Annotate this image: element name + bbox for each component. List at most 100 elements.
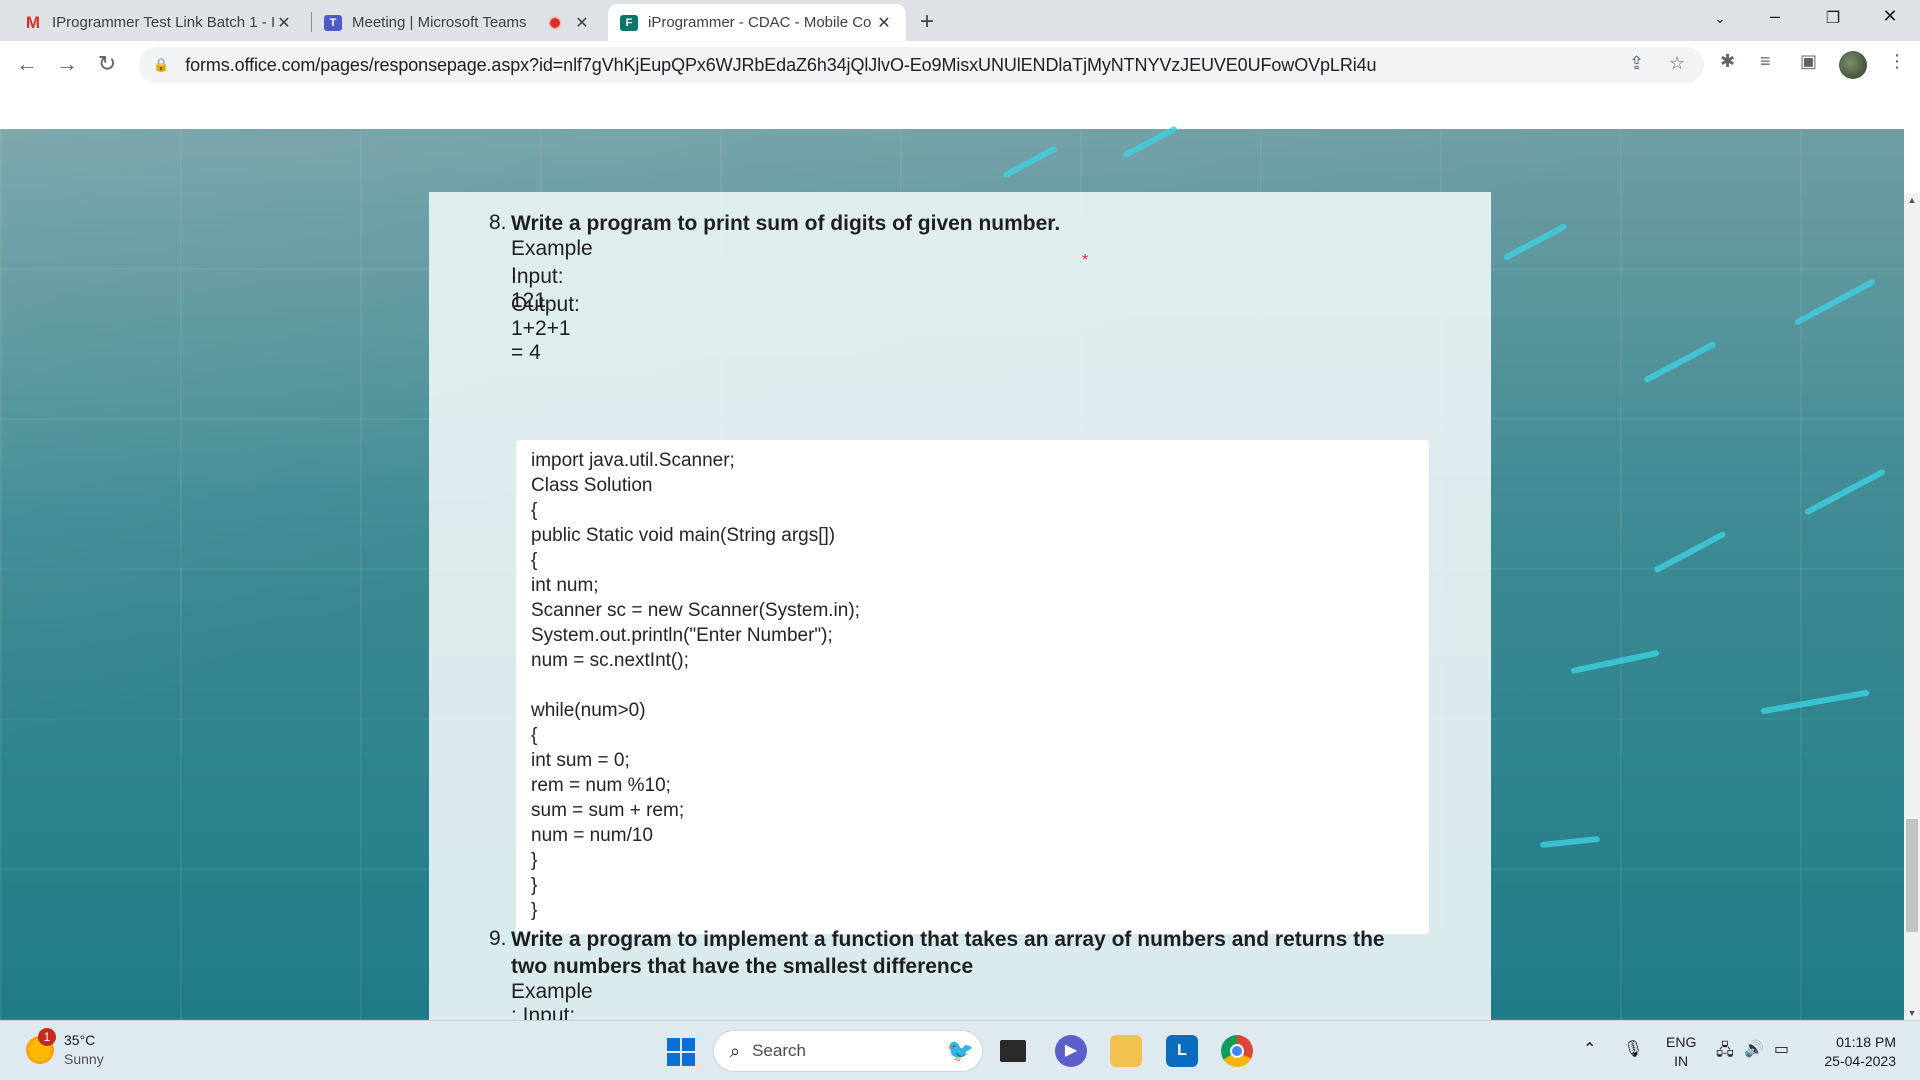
tab-title: iProgrammer - CDAC - Mobile Co [648, 14, 872, 31]
answer-line: Class Solution [531, 475, 653, 496]
close-icon[interactable]: ✕ [274, 13, 294, 33]
background-streak [1002, 145, 1058, 179]
restore-button[interactable]: ❐ [1813, 8, 1853, 28]
microphone-icon[interactable]: 🎙 [1623, 1039, 1643, 1059]
question-example: Example : Input: {1, 5, 3, 19, 18, 25} [511, 980, 593, 1020]
back-button[interactable]: ← [12, 51, 42, 77]
task-view-icon[interactable] [1000, 1040, 1026, 1062]
form-card: 8. Write a program to print sum of digit… [429, 192, 1491, 1020]
language-code: ENG [1666, 1034, 1697, 1050]
teams-icon: T [324, 14, 342, 31]
background-streak [1760, 689, 1870, 715]
language-indicator[interactable]: ENG IN [1666, 1033, 1696, 1071]
tab-strip: M IProgrammer Test Link Batch 1 - I ✕ T … [0, 0, 1920, 41]
forms-icon: F [620, 14, 638, 31]
notification-badge: 1 [38, 1028, 56, 1046]
bookmark-star-icon[interactable]: ☆ [1669, 53, 1685, 74]
extensions-puzzle-icon[interactable]: ✱ [1720, 51, 1735, 72]
background-streak [1793, 278, 1877, 326]
background-streak [1539, 835, 1601, 849]
background-streak [1122, 125, 1178, 159]
tab-search-chevron-icon[interactable]: ⌄ [1700, 10, 1740, 27]
search-label: Search [752, 1041, 806, 1060]
background-streak [1653, 530, 1727, 574]
question-title: Write a program to print sum of digits o… [511, 212, 1061, 235]
close-window-button[interactable]: ✕ [1870, 6, 1910, 27]
url-text: forms.office.com/pages/responsepage.aspx… [185, 54, 1377, 75]
taskbar: 1 35°C Sunny ⌕ Search 🐦 ▶ L ⌃ 🎙 ENG IN 🖧… [0, 1020, 1920, 1080]
taskbar-search-box[interactable]: ⌕ Search 🐦 [713, 1030, 983, 1072]
answer-line: rem = num %10; [531, 775, 671, 796]
question-title: Write a program to implement a function … [511, 928, 1385, 978]
chrome-icon[interactable] [1221, 1035, 1253, 1067]
page-scrollbar[interactable]: ▲ ▼ [1904, 193, 1920, 1020]
show-hidden-icons-chevron-icon[interactable]: ⌃ [1583, 1039, 1596, 1059]
answer-line: Scanner sc = new Scanner(System.in); [531, 600, 860, 621]
media-control-icon[interactable]: ≡ [1760, 51, 1771, 72]
answer-line [531, 673, 1414, 698]
side-panel-icon[interactable]: ▣ [1800, 51, 1817, 72]
sun-icon: 1 [26, 1028, 56, 1064]
question-number: 8. [489, 211, 507, 234]
new-tab-button[interactable]: + [920, 8, 934, 36]
volume-icon[interactable]: 🔊 [1744, 1039, 1764, 1059]
answer-line: { [531, 725, 538, 746]
forward-button[interactable]: → [52, 51, 82, 77]
answer-line: } [531, 875, 538, 896]
share-icon[interactable]: ⇪ [1629, 53, 1644, 74]
clock-time: 01:18 PM [1836, 1034, 1896, 1050]
answer-line: { [531, 550, 538, 571]
teams-chat-icon[interactable]: ▶ [1055, 1035, 1087, 1067]
close-icon[interactable]: ✕ [572, 13, 592, 33]
tab-title: IProgrammer Test Link Batch 1 - I [52, 14, 274, 31]
answer-line: public Static void main(String args[]) [531, 525, 836, 546]
answer-line: } [531, 850, 538, 871]
tab-gmail[interactable]: M IProgrammer Test Link Batch 1 - I ✕ [12, 4, 306, 41]
l-app-icon[interactable]: L [1166, 1035, 1198, 1067]
background-streak [1803, 468, 1887, 516]
windows-start-icon[interactable] [667, 1038, 695, 1066]
gmail-icon: M [25, 12, 41, 32]
tab-teams[interactable]: T Meeting | Microsoft Teams ✕ [312, 4, 604, 41]
scroll-down-arrow-icon[interactable]: ▼ [1904, 1008, 1920, 1018]
question-number: 9. [489, 927, 507, 950]
weather-text: 35°C Sunny [64, 1031, 104, 1069]
background-streak [1570, 649, 1660, 675]
search-highlight-birds-icon: 🐦 [946, 1038, 974, 1063]
clock-date: 25-04-2023 [1824, 1053, 1896, 1069]
scrollbar-thumb[interactable] [1906, 819, 1918, 932]
close-icon[interactable]: ✕ [874, 13, 894, 33]
answer-line: int num; [531, 575, 599, 596]
answer-line: sum = sum + rem; [531, 800, 685, 821]
weather-temperature: 35°C [64, 1032, 96, 1048]
recording-icon [548, 15, 562, 30]
page-content: 8. Write a program to print sum of digit… [0, 89, 1920, 1020]
background-streak [1502, 222, 1568, 262]
browser-toolbar: ← → ↻ 🔒 forms.office.com/pages/responsep… [0, 41, 1920, 89]
tab-title: Meeting | Microsoft Teams [352, 14, 527, 31]
network-icon[interactable]: 🖧 [1716, 1039, 1734, 1066]
tab-forms[interactable]: F iProgrammer - CDAC - Mobile Co ✕ [608, 4, 906, 41]
minimize-button[interactable]: – [1755, 6, 1795, 27]
answer-line: num = num/10 [531, 825, 653, 846]
weather-description: Sunny [64, 1051, 104, 1067]
question-example-output: Output: 1+2+1 = 4 [511, 293, 580, 364]
menu-kebab-icon[interactable]: ⋮ [1888, 51, 1906, 72]
reload-button[interactable]: ↻ [92, 51, 122, 77]
answer-line: import java.util.Scanner; [531, 450, 735, 471]
answer-textarea[interactable]: import java.util.Scanner; Class Solution… [516, 440, 1429, 934]
file-explorer-icon[interactable] [1110, 1035, 1142, 1067]
profile-avatar[interactable] [1839, 51, 1867, 79]
region-code: IN [1674, 1053, 1689, 1069]
address-bar[interactable]: 🔒 forms.office.com/pages/responsepage.as… [139, 47, 1704, 83]
answer-line: { [531, 500, 538, 521]
lock-icon: 🔒 [153, 57, 170, 72]
battery-icon[interactable]: ▭ [1774, 1039, 1789, 1059]
background-streak [1643, 340, 1717, 384]
system-clock[interactable]: 01:18 PM 25-04-2023 [1812, 1033, 1896, 1071]
weather-widget[interactable]: 1 35°C Sunny [26, 1028, 104, 1069]
scroll-up-arrow-icon[interactable]: ▲ [1904, 195, 1920, 205]
answer-line: while(num>0) [531, 700, 646, 721]
answer-line: num = sc.nextInt(); [531, 650, 689, 671]
required-asterisk: * [1082, 252, 1089, 269]
